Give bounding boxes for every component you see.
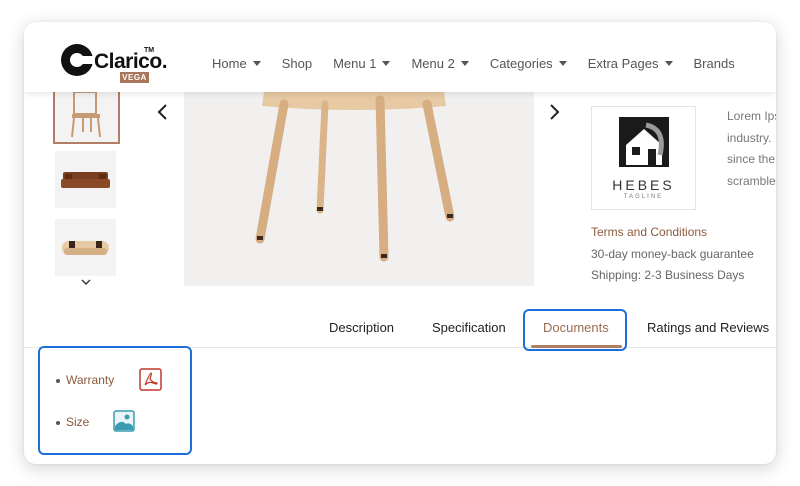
nav-label: Brands <box>693 56 735 71</box>
documents-list-highlight <box>38 346 192 455</box>
sofa-thumbnail-image <box>61 172 110 188</box>
logo-mark-icon <box>61 44 94 76</box>
nav-item-menu-2[interactable]: Menu 2 <box>411 56 469 71</box>
tab-ratings-and-reviews[interactable]: Ratings and Reviews <box>647 320 769 335</box>
nav-item-menu-1[interactable]: Menu 1 <box>333 56 391 71</box>
nav-label: Menu 2 <box>411 56 455 71</box>
site-header: Clarico. TM VEGA Home Shop Menu 1 Menu 2… <box>24 22 776 92</box>
description-line: Lorem Ips <box>727 109 776 123</box>
caret-down-icon <box>460 61 469 66</box>
thumbnail-daybed[interactable] <box>55 219 116 276</box>
chair-thumbnail-image <box>71 91 101 138</box>
product-page-card: Clarico. TM VEGA Home Shop Menu 1 Menu 2… <box>24 22 776 464</box>
main-product-image <box>184 88 534 286</box>
product-description: Lorem Ips industry. since the scramble <box>727 106 776 192</box>
nav-item-brands[interactable]: Brands <box>694 56 735 71</box>
nav-label: Menu 1 <box>333 56 377 71</box>
terms-link[interactable]: Terms and Conditions <box>591 225 707 239</box>
document-label: Warranty <box>66 373 115 387</box>
document-size[interactable]: Size <box>56 415 90 429</box>
pdf-icon[interactable] <box>139 368 162 391</box>
nav-label: Categories <box>489 56 553 71</box>
caret-down-icon <box>664 61 673 66</box>
chevron-right-icon[interactable] <box>547 103 561 121</box>
nav-item-extra-pages[interactable]: Extra Pages <box>588 56 673 71</box>
document-label: Size <box>66 415 90 429</box>
chevron-left-icon[interactable] <box>156 103 170 121</box>
nav-label: Extra Pages <box>587 56 659 71</box>
logo-badge: VEGA <box>120 72 149 83</box>
description-line: scramble <box>727 173 776 188</box>
description-line: industry. <box>727 130 772 145</box>
document-warranty[interactable]: Warranty <box>56 373 115 387</box>
image-icon[interactable] <box>113 410 135 432</box>
logo-trademark: TM <box>144 47 155 54</box>
brand-name: HEBES <box>612 177 675 193</box>
caret-down-icon <box>382 61 391 66</box>
tab-description[interactable]: Description <box>329 320 394 335</box>
logo-text: Clarico. <box>94 50 168 73</box>
list-bullet <box>56 379 60 383</box>
brand-house-icon <box>619 117 669 167</box>
thumbnail-chair[interactable] <box>53 91 120 144</box>
brand-logo-box[interactable]: HEBES TAGLINE <box>591 106 696 210</box>
caret-down-icon <box>558 61 567 66</box>
brand-tagline: TAGLINE <box>623 194 664 200</box>
nav-label: Shop <box>281 56 313 71</box>
caret-down-icon <box>252 61 261 66</box>
nav-item-shop[interactable]: Shop <box>282 56 312 71</box>
guarantee-text: 30-day money-back guarantee <box>591 247 754 261</box>
main-nav: Home Shop Menu 1 Menu 2 Categories Extra… <box>212 56 756 71</box>
chair-image <box>255 88 455 262</box>
nav-label: Home <box>212 56 247 71</box>
documents-tab-highlight <box>523 309 627 351</box>
list-bullet <box>56 421 60 425</box>
nav-item-home[interactable]: Home <box>212 56 261 71</box>
nav-item-categories[interactable]: Categories <box>490 56 567 71</box>
tab-specification[interactable]: Specification <box>432 320 506 335</box>
clarico-logo[interactable]: Clarico. TM VEGA <box>60 43 168 85</box>
shipping-text: Shipping: 2-3 Business Days <box>591 268 745 282</box>
chevron-down-icon[interactable] <box>80 276 92 288</box>
description-line: since the <box>727 152 776 166</box>
thumbnail-sofa[interactable] <box>55 151 116 208</box>
daybed-thumbnail-image <box>62 241 109 255</box>
